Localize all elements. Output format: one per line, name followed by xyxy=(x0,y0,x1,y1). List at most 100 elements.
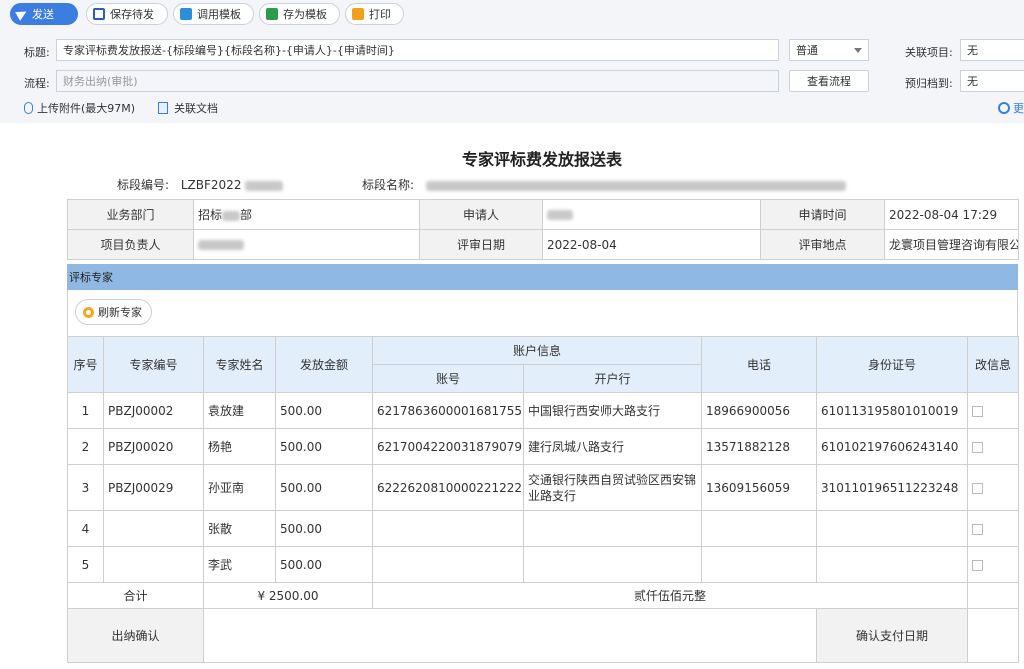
related-project-label: 关联项目: xyxy=(905,46,953,59)
section-name-label: 标段名称: xyxy=(362,178,415,192)
col-expert-name: 专家姓名 xyxy=(203,336,276,393)
view-flow-label: 查看流程 xyxy=(807,75,851,88)
modify-checkbox[interactable] xyxy=(972,405,984,417)
send-icon xyxy=(15,7,29,21)
pre-archive-input[interactable]: 无 xyxy=(960,70,1024,92)
experts-section-header: 评标专家 xyxy=(67,264,1018,290)
review-place-label: 评审地点 xyxy=(760,229,885,260)
total-words: 贰仟伍佰元整 xyxy=(371,582,969,609)
save-template-icon xyxy=(266,8,278,20)
row-id-no xyxy=(816,546,969,583)
related-doc-link[interactable]: 关联文档 xyxy=(158,100,218,116)
row-bank: 交通银行陕西自贸试验区西安锦业路支行 xyxy=(522,464,703,511)
row-expert-no: PBZJ00029 xyxy=(103,464,204,511)
confirm-pay-date-label: 确认支付日期 xyxy=(816,608,969,663)
row-seq: 4 xyxy=(67,510,104,547)
redacted-mark xyxy=(245,180,284,191)
row-phone: 13609156059 xyxy=(701,464,818,511)
row-seq: 1 xyxy=(67,392,104,429)
row-expert-no: PBZJ00020 xyxy=(103,428,204,465)
row-seq: 3 xyxy=(67,464,104,511)
flow-input[interactable]: 财务出纳(审批) xyxy=(56,70,779,92)
row-expert-no xyxy=(103,510,204,547)
section-no-label: 标段编号: xyxy=(117,178,170,192)
apply-time-label: 申请时间 xyxy=(760,199,885,230)
experts-table: 序号 专家编号 专家姓名 发放金额 账户信息 电话 身份证号 改信息 账号 开户… xyxy=(67,336,1020,663)
row-expert-name: 张散 xyxy=(203,510,276,547)
save-pending-button[interactable]: 保存待发 xyxy=(86,3,168,25)
row-amount: 500.00 xyxy=(275,392,373,429)
toolbar: 发送 保存待发 调用模板 存为模板 打印 xyxy=(0,0,1024,30)
save-template-label: 存为模板 xyxy=(283,8,327,21)
send-button[interactable]: 发送 xyxy=(10,3,78,25)
apply-time-value: 2022-08-04 17:29 xyxy=(884,199,1019,230)
print-button[interactable]: 打印 xyxy=(345,3,404,25)
row-phone xyxy=(701,546,818,583)
refresh-experts-label: 刷新专家 xyxy=(98,306,142,319)
review-date-label: 评审日期 xyxy=(419,229,543,260)
upload-attachment-label: 上传附件 xyxy=(37,102,81,115)
section-no-value: LZBF2022 xyxy=(180,178,242,192)
form-header: 标题: 专家评标费发放报送-{标段编号}{标段名称}-{申请人}-{申请时间} … xyxy=(0,30,1024,123)
table-row: 5 李武 500.00 xyxy=(67,546,1020,583)
related-project-value: 无 xyxy=(967,44,978,57)
col-account-info: 账户信息 xyxy=(371,336,703,365)
use-template-button[interactable]: 调用模板 xyxy=(173,3,254,25)
printer-icon xyxy=(352,8,364,20)
row-seq: 2 xyxy=(67,428,104,465)
row-id-no: 310110196511223248 xyxy=(816,464,969,511)
table-row: 2 PBZJ00020 杨艳 500.00 621700422003187907… xyxy=(67,428,1020,465)
row-expert-no: PBZJ00002 xyxy=(103,392,204,429)
cashier-confirm-label: 出纳确认 xyxy=(67,608,204,663)
table-row: 1 PBZJ00002 袁放建 500.00 62178636000016817… xyxy=(67,392,1020,429)
flow-value: 财务出纳(审批) xyxy=(63,75,138,88)
col-bank: 开户行 xyxy=(522,364,703,393)
cashier-confirm-field[interactable] xyxy=(202,608,818,663)
section-name: 标段名称: xyxy=(362,176,846,193)
title-input[interactable]: 专家评标费发放报送-{标段编号}{标段名称}-{申请人}-{申请时间} xyxy=(56,39,779,61)
priority-select[interactable]: 普通 xyxy=(789,39,869,61)
row-expert-name: 杨艳 xyxy=(203,428,276,465)
save-pending-label: 保存待发 xyxy=(110,8,154,21)
total-label: 合计 xyxy=(67,582,204,609)
priority-value: 普通 xyxy=(796,44,818,57)
refresh-experts-button[interactable]: 刷新专家 xyxy=(75,299,152,325)
template-icon xyxy=(180,8,192,20)
section-no: 标段编号: LZBF2022 xyxy=(117,176,284,193)
table-row: 4 张散 500.00 xyxy=(67,510,1020,547)
row-amount: 500.00 xyxy=(275,546,373,583)
upload-limit-label: (最大97M) xyxy=(81,102,136,115)
col-id-no: 身份证号 xyxy=(816,336,969,393)
modify-checkbox[interactable] xyxy=(972,559,984,571)
redacted-mark xyxy=(425,180,846,191)
row-modify-cell xyxy=(967,464,1020,511)
row-id-no: 610102197606243140 xyxy=(816,428,969,465)
row-phone: 13571882128 xyxy=(701,428,818,465)
row-expert-no xyxy=(103,546,204,583)
modify-checkbox[interactable] xyxy=(972,441,984,453)
more-settings-link[interactable]: 更 xyxy=(998,100,1024,116)
row-modify-cell xyxy=(967,546,1020,583)
total-empty xyxy=(967,582,1020,609)
related-project-input[interactable]: 无 xyxy=(960,39,1024,61)
applicant-value xyxy=(542,199,761,230)
modify-checkbox[interactable] xyxy=(972,523,984,535)
col-phone: 电话 xyxy=(701,336,818,393)
confirm-row: 出纳确认 确认支付日期 xyxy=(67,608,1020,663)
title-label: 标题: xyxy=(24,46,50,59)
paperclip-icon xyxy=(24,102,33,114)
confirm-pay-date-field[interactable] xyxy=(967,608,1020,663)
row-modify-cell xyxy=(967,392,1020,429)
row-expert-name: 孙亚南 xyxy=(203,464,276,511)
modify-checkbox[interactable] xyxy=(972,482,984,494)
view-flow-button[interactable]: 查看流程 xyxy=(789,70,869,92)
row-bank xyxy=(522,510,703,547)
use-template-label: 调用模板 xyxy=(197,8,241,21)
send-label: 发送 xyxy=(32,8,54,21)
row-expert-name: 袁放建 xyxy=(203,392,276,429)
upload-attachment-link[interactable]: 上传附件 (最大97M) xyxy=(24,100,135,116)
pre-archive-label: 预归档到: xyxy=(905,77,953,90)
row-phone: 18966900056 xyxy=(701,392,818,429)
save-template-button[interactable]: 存为模板 xyxy=(259,3,340,25)
col-account-no: 账号 xyxy=(372,364,524,393)
